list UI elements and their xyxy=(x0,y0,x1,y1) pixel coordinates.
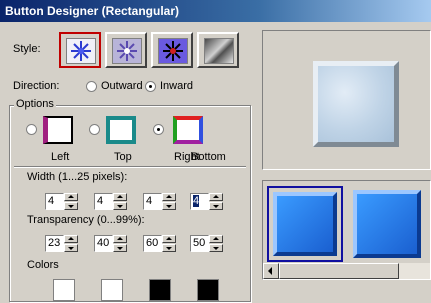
transparency-spinner-right[interactable]: 60 xyxy=(143,235,176,252)
light-left-radio[interactable] xyxy=(26,124,37,135)
width-spinner-bottom[interactable]: 4 xyxy=(190,193,223,210)
transparency-spinner-top[interactable]: 40 xyxy=(94,235,127,252)
style-button-purple-star[interactable] xyxy=(105,32,147,68)
spin-down-icon[interactable] xyxy=(64,202,78,210)
spin-up-icon[interactable] xyxy=(162,235,176,243)
options-divider xyxy=(14,166,246,168)
top-frame-icon xyxy=(106,116,136,144)
width-spinner-top[interactable]: 4 xyxy=(94,193,127,210)
colors-label: Colors xyxy=(27,259,59,271)
purple-star-icon xyxy=(112,38,142,64)
width-label: Width (1...25 pixels): xyxy=(27,171,128,183)
spin-down-icon[interactable] xyxy=(64,244,78,252)
spin-up-icon[interactable] xyxy=(162,193,176,201)
style-label: Style: xyxy=(13,43,41,55)
width-spinner-right[interactable]: 4 xyxy=(143,193,176,210)
button-gallery[interactable] xyxy=(262,180,431,280)
black-star-icon xyxy=(158,38,188,64)
right-frame-icon xyxy=(173,116,203,144)
spin-up-icon[interactable] xyxy=(113,235,127,243)
spin-up-icon[interactable] xyxy=(113,193,127,201)
gallery-thumb-2[interactable] xyxy=(349,186,425,262)
inward-radio[interactable] xyxy=(145,81,156,92)
light-right-radio[interactable] xyxy=(153,124,164,135)
transparency-spinner-bottom[interactable]: 50 xyxy=(190,235,223,252)
width-spinner-left[interactable]: 4 xyxy=(45,193,78,210)
outward-label[interactable]: Outward xyxy=(101,80,143,92)
options-group-label: Options xyxy=(14,98,56,110)
style-button-black-star[interactable] xyxy=(151,32,193,68)
color-swatch-right[interactable] xyxy=(149,279,171,301)
textured-stone-icon xyxy=(204,38,234,64)
style-button-textured-stone[interactable] xyxy=(197,32,239,68)
preview-panel xyxy=(262,30,431,170)
scroll-thumb[interactable] xyxy=(279,263,399,279)
left-frame-icon xyxy=(43,116,73,144)
title-bar: Button Designer (Rectangular) xyxy=(0,0,431,22)
blue-star-icon xyxy=(66,38,96,64)
preview-button xyxy=(313,61,399,147)
spin-down-icon[interactable] xyxy=(113,202,127,210)
light-top-radio[interactable] xyxy=(89,124,100,135)
spin-down-icon[interactable] xyxy=(209,244,223,252)
transparency-spinner-left[interactable]: 23 xyxy=(45,235,78,252)
spin-down-icon[interactable] xyxy=(162,202,176,210)
inward-label[interactable]: Inward xyxy=(160,80,193,92)
color-swatch-left[interactable] xyxy=(53,279,75,301)
spin-down-icon[interactable] xyxy=(209,202,223,210)
scroll-left-icon[interactable] xyxy=(263,263,279,279)
spin-down-icon[interactable] xyxy=(113,244,127,252)
gallery-scrollbar[interactable] xyxy=(263,263,430,279)
style-button-blue-star[interactable] xyxy=(59,32,101,68)
light-left-label[interactable]: Left xyxy=(51,151,69,163)
outward-radio[interactable] xyxy=(86,81,97,92)
direction-label: Direction: xyxy=(13,80,60,92)
spin-down-icon[interactable] xyxy=(162,244,176,252)
spin-up-icon[interactable] xyxy=(64,235,78,243)
light-top-label[interactable]: Top xyxy=(114,151,132,163)
spin-up-icon[interactable] xyxy=(64,193,78,201)
window-title: Button Designer (Rectangular) xyxy=(5,4,180,18)
gallery-thumb-1[interactable] xyxy=(267,186,343,262)
spin-up-icon[interactable] xyxy=(209,193,223,201)
transparency-label: Transparency (0...99%): xyxy=(27,214,145,226)
spin-up-icon[interactable] xyxy=(209,235,223,243)
color-swatch-bottom[interactable] xyxy=(197,279,219,301)
light-bottom-label[interactable]: Bottom xyxy=(191,151,226,163)
color-swatch-top[interactable] xyxy=(101,279,123,301)
